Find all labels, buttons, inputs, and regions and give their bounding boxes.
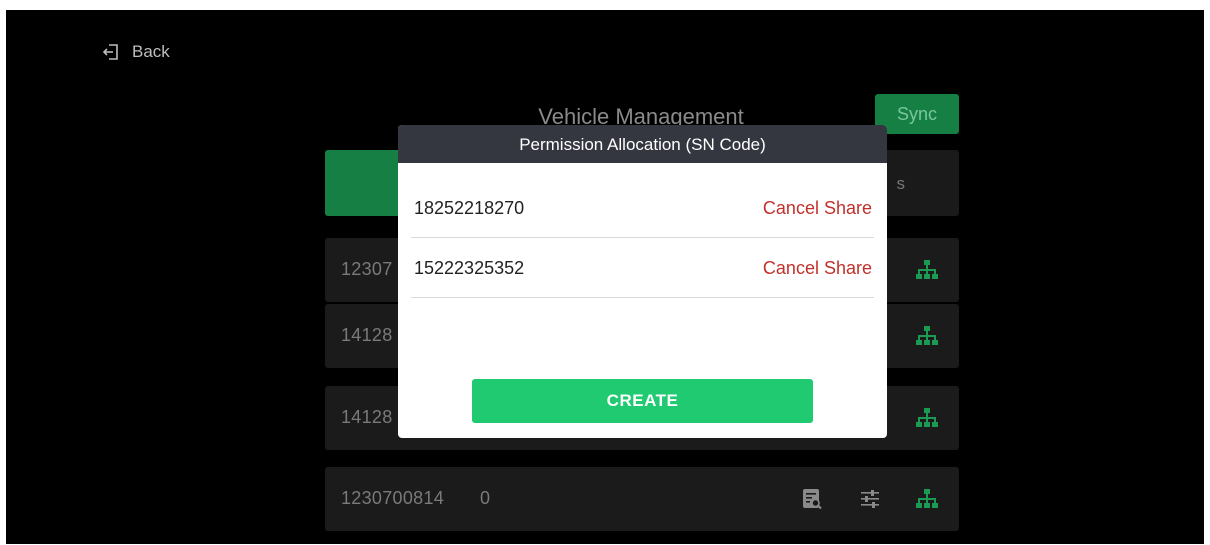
network-tree-icon[interactable] bbox=[915, 324, 939, 348]
network-tree-icon[interactable] bbox=[915, 487, 939, 511]
vehicle-count: 0 bbox=[480, 488, 491, 508]
vehicle-sn: 14128 bbox=[341, 325, 393, 345]
sliders-icon[interactable] bbox=[858, 487, 882, 511]
sync-button[interactable]: Sync bbox=[875, 94, 959, 134]
network-tree-icon[interactable] bbox=[915, 258, 939, 282]
screen: Back Vehicle Management Sync s 12307 141… bbox=[6, 10, 1204, 544]
network-tree-icon[interactable] bbox=[915, 406, 939, 430]
tab-right-label[interactable]: s bbox=[897, 174, 906, 194]
vehicle-sn: 14128 bbox=[341, 407, 393, 427]
vehicle-sn: 1230700814 bbox=[341, 488, 445, 508]
share-list-item: 15222325352 Cancel Share bbox=[411, 238, 874, 298]
document-search-icon[interactable] bbox=[800, 487, 824, 511]
create-button[interactable]: CREATE bbox=[472, 379, 813, 423]
cancel-share-button[interactable]: Cancel Share bbox=[763, 258, 872, 279]
cancel-share-button[interactable]: Cancel Share bbox=[763, 198, 872, 219]
logout-arrow-icon bbox=[102, 43, 120, 61]
vehicle-row[interactable]: 1230700814 0 bbox=[325, 467, 959, 531]
permission-dialog: Permission Allocation (SN Code) 18252218… bbox=[398, 125, 887, 438]
back-button[interactable]: Back bbox=[102, 42, 170, 62]
share-list-item: 18252218270 Cancel Share bbox=[411, 178, 874, 238]
back-label: Back bbox=[132, 42, 170, 61]
share-sn: 18252218270 bbox=[414, 198, 525, 218]
dialog-title: Permission Allocation (SN Code) bbox=[398, 125, 887, 163]
share-sn: 15222325352 bbox=[414, 258, 525, 278]
vehicle-sn: 12307 bbox=[341, 259, 393, 279]
